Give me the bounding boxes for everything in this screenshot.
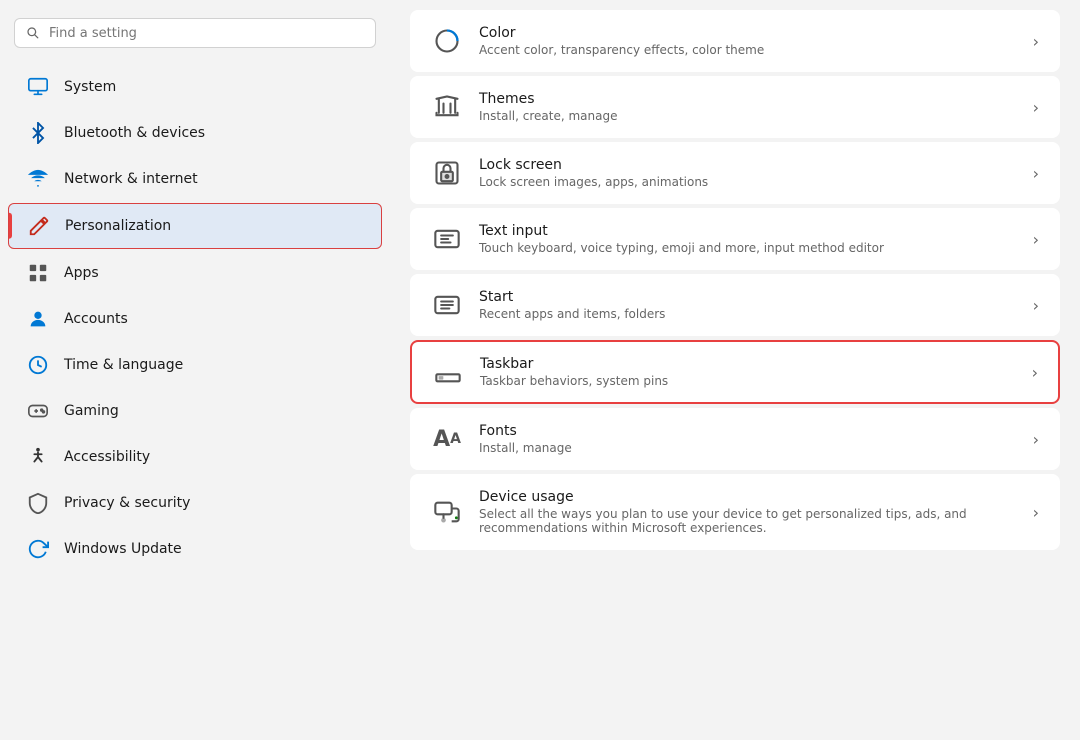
accessibility-icon	[26, 445, 50, 469]
sidebar-item-label: Windows Update	[64, 541, 182, 557]
start-text: Start Recent apps and items, folders	[479, 289, 1017, 321]
fonts-chevron: ›	[1033, 430, 1039, 449]
sidebar-item-accounts[interactable]: Accounts	[8, 297, 382, 341]
personalization-icon	[27, 214, 51, 238]
settings-item-fonts[interactable]: AA Fonts Install, manage ›	[410, 408, 1060, 470]
network-icon	[26, 167, 50, 191]
deviceusage-title: Device usage	[479, 489, 1017, 505]
lockscreen-text: Lock screen Lock screen images, apps, an…	[479, 157, 1017, 189]
privacy-icon	[26, 491, 50, 515]
sidebar-item-label: Personalization	[65, 218, 171, 234]
settings-item-taskbar[interactable]: Taskbar Taskbar behaviors, system pins ›	[410, 340, 1060, 404]
settings-list: Color Accent color, transparency effects…	[410, 10, 1060, 550]
taskbar-title: Taskbar	[480, 356, 1016, 372]
sidebar-item-bluetooth[interactable]: Bluetooth & devices	[8, 111, 382, 155]
textinput-title: Text input	[479, 223, 1017, 239]
sidebar-item-network[interactable]: Network & internet	[8, 157, 382, 201]
themes-desc: Install, create, manage	[479, 109, 1017, 123]
deviceusage-chevron: ›	[1033, 503, 1039, 522]
sidebar-item-label: Accounts	[64, 311, 128, 327]
settings-item-lockscreen[interactable]: Lock screen Lock screen images, apps, an…	[410, 142, 1060, 204]
start-chevron: ›	[1033, 296, 1039, 315]
textinput-icon	[431, 223, 463, 255]
taskbar-text: Taskbar Taskbar behaviors, system pins	[480, 356, 1016, 388]
fonts-text: Fonts Install, manage	[479, 423, 1017, 455]
textinput-text: Text input Touch keyboard, voice typing,…	[479, 223, 1017, 255]
sidebar-item-label: Gaming	[64, 403, 119, 419]
sidebar-item-personalization[interactable]: Personalization	[8, 203, 382, 249]
settings-item-textinput[interactable]: Text input Touch keyboard, voice typing,…	[410, 208, 1060, 270]
textinput-desc: Touch keyboard, voice typing, emoji and …	[479, 241, 1017, 255]
color-chevron: ›	[1033, 32, 1039, 51]
update-icon	[26, 537, 50, 561]
themes-icon	[431, 91, 463, 123]
themes-chevron: ›	[1033, 98, 1039, 117]
color-desc: Accent color, transparency effects, colo…	[479, 43, 1017, 57]
color-title: Color	[479, 25, 1017, 41]
sidebar-item-label: System	[64, 79, 116, 95]
deviceusage-icon	[431, 496, 463, 528]
fonts-icon: AA	[431, 423, 463, 455]
sidebar-item-label: Privacy & security	[64, 495, 190, 511]
bluetooth-icon	[26, 121, 50, 145]
time-icon	[26, 353, 50, 377]
taskbar-desc: Taskbar behaviors, system pins	[480, 374, 1016, 388]
settings-item-themes[interactable]: Themes Install, create, manage ›	[410, 76, 1060, 138]
sidebar-item-system[interactable]: System	[8, 65, 382, 109]
lockscreen-chevron: ›	[1033, 164, 1039, 183]
start-icon	[431, 289, 463, 321]
lockscreen-title: Lock screen	[479, 157, 1017, 173]
sidebar-item-update[interactable]: Windows Update	[8, 527, 382, 571]
start-desc: Recent apps and items, folders	[479, 307, 1017, 321]
lockscreen-icon	[431, 157, 463, 189]
fonts-title: Fonts	[479, 423, 1017, 439]
sidebar-item-gaming[interactable]: Gaming	[8, 389, 382, 433]
fonts-desc: Install, manage	[479, 441, 1017, 455]
color-text: Color Accent color, transparency effects…	[479, 25, 1017, 57]
search-input[interactable]	[49, 26, 365, 41]
deviceusage-text: Device usage Select all the ways you pla…	[479, 489, 1017, 535]
lockscreen-desc: Lock screen images, apps, animations	[479, 175, 1017, 189]
search-icon	[25, 25, 41, 41]
settings-item-start[interactable]: Start Recent apps and items, folders ›	[410, 274, 1060, 336]
themes-title: Themes	[479, 91, 1017, 107]
color-icon	[431, 25, 463, 57]
apps-icon	[26, 261, 50, 285]
search-box[interactable]	[14, 18, 376, 48]
sidebar-item-time[interactable]: Time & language	[8, 343, 382, 387]
taskbar-chevron: ›	[1032, 363, 1038, 382]
sidebar-item-privacy[interactable]: Privacy & security	[8, 481, 382, 525]
accounts-icon	[26, 307, 50, 331]
settings-item-color[interactable]: Color Accent color, transparency effects…	[410, 10, 1060, 72]
sidebar-item-apps[interactable]: Apps	[8, 251, 382, 295]
start-title: Start	[479, 289, 1017, 305]
deviceusage-desc: Select all the ways you plan to use your…	[479, 507, 1017, 535]
sidebar-item-label: Accessibility	[64, 449, 150, 465]
themes-text: Themes Install, create, manage	[479, 91, 1017, 123]
taskbar-icon	[432, 356, 464, 388]
gaming-icon	[26, 399, 50, 423]
sidebar: System Bluetooth & devices Network & int…	[0, 0, 390, 740]
main-content: Color Accent color, transparency effects…	[390, 0, 1080, 740]
monitor-icon	[26, 75, 50, 99]
textinput-chevron: ›	[1033, 230, 1039, 249]
sidebar-item-label: Network & internet	[64, 171, 198, 187]
settings-item-deviceusage[interactable]: Device usage Select all the ways you pla…	[410, 474, 1060, 550]
sidebar-item-label: Bluetooth & devices	[64, 125, 205, 141]
sidebar-item-label: Time & language	[64, 357, 183, 373]
sidebar-item-label: Apps	[64, 265, 99, 281]
sidebar-item-accessibility[interactable]: Accessibility	[8, 435, 382, 479]
